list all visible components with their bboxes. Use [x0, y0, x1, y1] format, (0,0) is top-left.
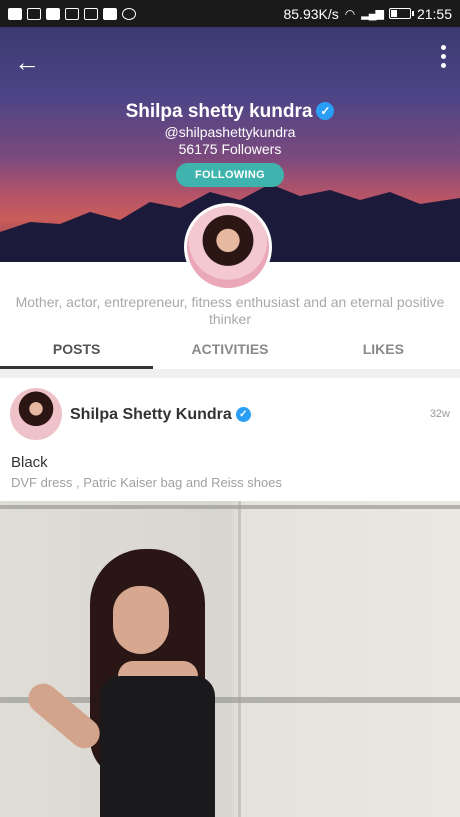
post-description: DVF dress , Patric Kaiser bag and Reiss … — [11, 475, 282, 490]
profile-handle: @shilpashettykundra — [164, 124, 296, 140]
instagram-icon — [65, 7, 79, 20]
post-author-name: Shilpa Shetty Kundra — [70, 406, 232, 423]
tab-posts[interactable]: POSTS — [0, 335, 153, 369]
verified-badge-icon: ✓ — [235, 407, 251, 422]
status-bar: 85.93K/s ◠ ▂▄▆ 21:55 — [0, 0, 460, 27]
profile-avatar[interactable] — [184, 203, 272, 291]
tab-likes[interactable]: LIKES — [307, 335, 460, 369]
clock: 21:55 — [416, 5, 452, 22]
active-tab-indicator — [0, 366, 153, 369]
facebook-icon — [8, 7, 22, 20]
bio-text: Mother, actor, entrepreneur, fitness ent… — [15, 294, 445, 327]
post-title: Black — [11, 454, 48, 471]
following-button[interactable]: FOLLOWING — [176, 163, 284, 187]
wifi-icon: ◠ — [344, 6, 356, 21]
network-speed: 85.93K/s — [283, 5, 339, 22]
more-options-icon[interactable] — [440, 45, 446, 68]
verified-badge-icon: ✓ — [316, 102, 335, 120]
profile-tabs: POSTS ACTIVITIES LIKES — [0, 335, 460, 369]
smiley-icon — [122, 7, 136, 20]
mail-icon — [27, 7, 41, 20]
twitter-icon — [46, 7, 60, 20]
gallery-icon — [103, 7, 117, 20]
tab-activities[interactable]: ACTIVITIES — [153, 335, 306, 369]
notification-icons — [8, 7, 136, 20]
battery-icon — [388, 8, 414, 19]
profile-name-row: Shilpa shetty kundra ✓ — [0, 101, 460, 123]
signal-icon: ▂▄▆ — [361, 8, 384, 20]
profile-name: Shilpa shetty kundra — [125, 101, 313, 122]
back-arrow-icon[interactable]: ← — [14, 49, 40, 75]
post-author-row[interactable]: Shilpa Shetty Kundra ✓ — [70, 406, 251, 424]
post-card[interactable]: Shilpa Shetty Kundra ✓ 32w Black DVF dres… — [0, 378, 460, 817]
followers-count[interactable]: 56175 Followers — [0, 141, 460, 157]
post-author-avatar[interactable] — [10, 388, 62, 440]
post-image[interactable] — [0, 501, 460, 817]
post-timestamp: 32w — [429, 408, 450, 420]
message-icon — [84, 7, 98, 20]
